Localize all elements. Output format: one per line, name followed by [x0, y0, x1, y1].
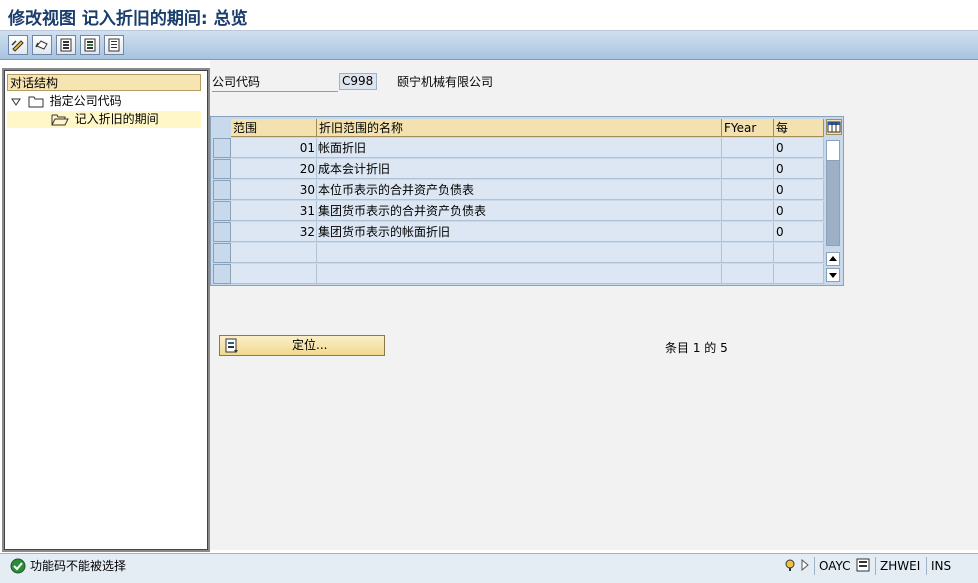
change-display-button[interactable]: [8, 35, 28, 55]
cell-per[interactable]: 0: [774, 180, 824, 200]
select-all-button[interactable]: [56, 35, 76, 55]
select-all-icon: [60, 38, 72, 52]
cell-per[interactable]: 0: [774, 159, 824, 179]
row-selector[interactable]: [213, 264, 231, 284]
nav-item-depreciation-periods[interactable]: 记入折旧的期间: [7, 111, 201, 128]
cell-fyear[interactable]: [722, 180, 774, 200]
scroll-down-button[interactable]: [826, 268, 840, 282]
company-code-label: 公司代码: [212, 74, 338, 92]
column-header-per[interactable]: 每: [774, 119, 824, 137]
dialog-structure-pane: 对话结构 指定公司代码 记入折旧的期间: [2, 68, 210, 552]
application-toolbar: [0, 31, 978, 60]
cell-area[interactable]: [231, 243, 317, 263]
row-selector[interactable]: [213, 159, 231, 179]
open-folder-icon: [51, 114, 69, 126]
nav-item-label: 记入折旧的期间: [74, 112, 159, 126]
arrow-down-icon: [829, 273, 837, 278]
depreciation-areas-table: 范围 折旧范围的名称 FYear 每 01 帐面折旧 0 20 成本会计折旧 0…: [210, 116, 844, 286]
deselect-all-button[interactable]: [104, 35, 124, 55]
success-check-icon: [10, 558, 26, 574]
position-button[interactable]: 定位...: [219, 335, 385, 356]
row-selector[interactable]: [213, 138, 231, 158]
folder-icon: [28, 96, 44, 108]
expand-status-icon[interactable]: [800, 558, 810, 574]
entry-counter: 条目 1 的 5: [665, 341, 728, 355]
cell-name: [317, 264, 722, 284]
company-code-field[interactable]: C998: [339, 73, 377, 90]
table-settings-button[interactable]: [826, 119, 842, 135]
help-key-icon[interactable]: [784, 558, 798, 575]
row-selector[interactable]: [213, 201, 231, 221]
cell-fyear[interactable]: [722, 201, 774, 221]
cell-per[interactable]: 0: [774, 138, 824, 158]
cell-per[interactable]: [774, 243, 824, 263]
undo-button[interactable]: [32, 35, 52, 55]
cell-name: 集团货币表示的帐面折旧: [317, 222, 722, 242]
cell-area[interactable]: [231, 264, 317, 284]
row-selector[interactable]: [213, 222, 231, 242]
cell-per[interactable]: 0: [774, 222, 824, 242]
nav-item-label: 指定公司代码: [49, 94, 122, 108]
scroll-up-button[interactable]: [826, 252, 840, 266]
undo-icon: [35, 40, 48, 50]
cell-fyear[interactable]: [722, 264, 774, 284]
status-bar: 功能码不能被选择 OAYC ZHWEI INS: [0, 553, 978, 583]
nav-item-company-code[interactable]: 指定公司代码: [10, 93, 122, 110]
cell-fyear[interactable]: [722, 243, 774, 263]
expand-triangle-icon[interactable]: [10, 96, 22, 108]
dialog-structure-header: 对话结构: [7, 74, 201, 91]
cell-area: 32: [231, 222, 317, 242]
cell-area: 31: [231, 201, 317, 221]
status-message: 功能码不能被选择: [30, 559, 127, 573]
cell-name: 集团货币表示的合并资产负债表: [317, 201, 722, 221]
window-title: 修改视图 记入折旧的期间: 总览: [8, 9, 248, 29]
table-settings-icon: [827, 121, 841, 133]
deselect-all-icon: [108, 38, 120, 52]
user-name: ZHWEI: [875, 557, 924, 575]
column-header-area[interactable]: 范围: [231, 119, 317, 137]
row-selector[interactable]: [213, 243, 231, 263]
company-name: 颐宁机械有限公司: [397, 75, 494, 89]
position-button-label: 定位...: [292, 338, 328, 352]
cell-per[interactable]: [774, 264, 824, 284]
scrollbar-track[interactable]: [826, 160, 840, 246]
cell-fyear[interactable]: [722, 222, 774, 242]
column-header-fyear[interactable]: FYear: [722, 119, 774, 137]
cell-area: 30: [231, 180, 317, 200]
position-icon: [225, 338, 238, 353]
column-header-name[interactable]: 折旧范围的名称: [317, 119, 722, 137]
select-block-icon: [84, 38, 96, 52]
select-block-button[interactable]: [80, 35, 100, 55]
cell-name: 帐面折旧: [317, 138, 722, 158]
system-info-icon[interactable]: [856, 558, 870, 575]
cell-name: [317, 243, 722, 263]
arrow-up-icon: [829, 256, 837, 261]
change-display-icon: [11, 40, 24, 52]
table-vertical-scrollbar[interactable]: [825, 138, 842, 284]
transaction-code: OAYC: [814, 557, 855, 575]
row-selector[interactable]: [213, 180, 231, 200]
cell-area: 20: [231, 159, 317, 179]
cell-fyear[interactable]: [722, 138, 774, 158]
cell-fyear[interactable]: [722, 159, 774, 179]
cell-name: 成本会计折旧: [317, 159, 722, 179]
insert-mode[interactable]: INS: [926, 557, 955, 575]
cell-per[interactable]: 0: [774, 201, 824, 221]
title-bar: 修改视图 记入折旧的期间: 总览: [0, 0, 978, 31]
cell-name: 本位币表示的合并资产负债表: [317, 180, 722, 200]
cell-area: 01: [231, 138, 317, 158]
